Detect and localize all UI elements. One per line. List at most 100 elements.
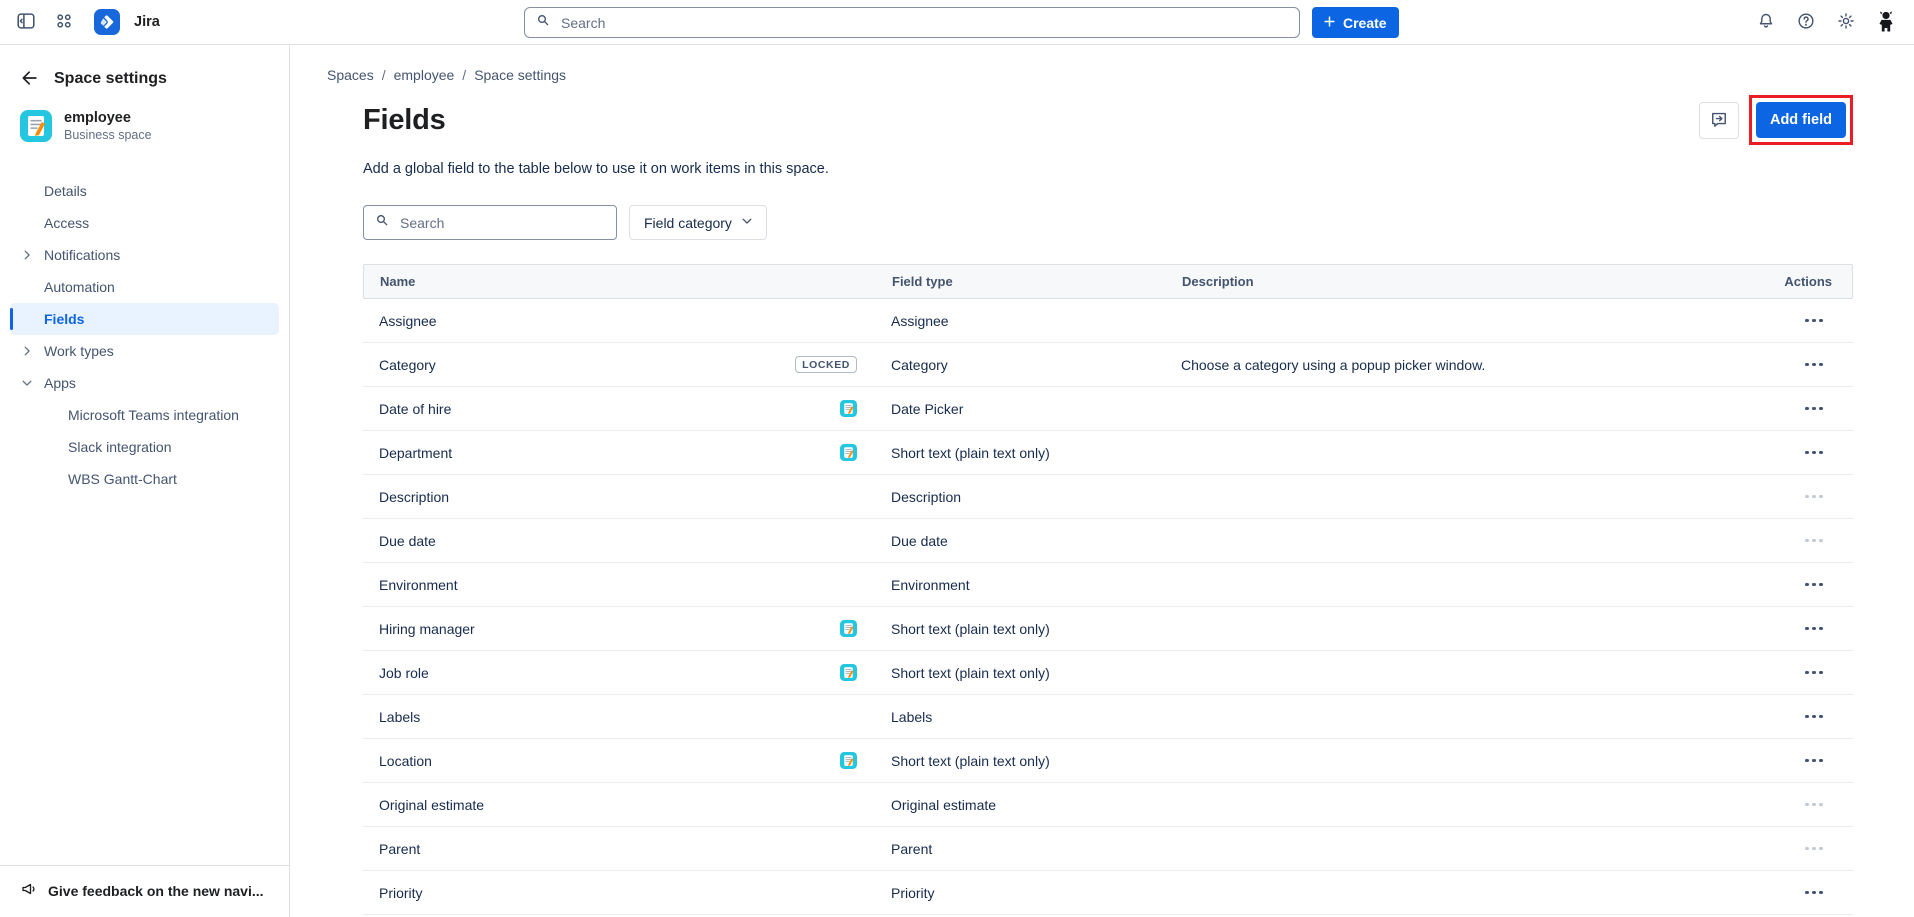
space-name: employee [64, 109, 152, 127]
column-header-description: Description [1172, 274, 1772, 289]
annotation-highlight-box: Add field [1749, 95, 1853, 145]
row-actions-button[interactable] [1799, 357, 1829, 373]
row-actions-button[interactable] [1799, 621, 1829, 637]
table-row: Labels Labels [363, 695, 1853, 739]
row-actions-button[interactable] [1799, 577, 1829, 593]
field-name: Location [379, 753, 432, 769]
page-description: Add a global field to the table below to… [363, 161, 1853, 177]
field-type: Category [875, 357, 1171, 373]
app-switcher-button[interactable] [48, 6, 80, 38]
breadcrumb-space-settings[interactable]: Space settings [474, 67, 566, 83]
fields-table: Name Field type Description Actions Assi… [363, 264, 1853, 917]
global-search-input[interactable] [559, 14, 1289, 32]
sidebar-item-ms-teams-integration[interactable]: Microsoft Teams integration [56, 399, 279, 431]
notifications-button[interactable] [1750, 6, 1782, 38]
settings-button[interactable] [1830, 6, 1862, 38]
field-category-dropdown[interactable]: Field category [629, 205, 767, 240]
sidebar-item-details[interactable]: Details [10, 175, 279, 207]
field-type: Environment [875, 577, 1171, 593]
column-header-actions: Actions [1772, 274, 1852, 289]
breadcrumb-spaces[interactable]: Spaces [327, 67, 374, 83]
row-actions-button[interactable] [1799, 841, 1829, 857]
field-name: Date of hire [379, 401, 451, 417]
sidebar-item-label: WBS Gantt-Chart [68, 471, 177, 487]
sidebar-item-access[interactable]: Access [10, 207, 279, 239]
row-actions-button[interactable] [1799, 489, 1829, 505]
breadcrumb-employee[interactable]: employee [394, 67, 455, 83]
give-feedback-label: Give feedback on the new navi... [48, 883, 264, 899]
space-avatar-icon [20, 110, 52, 142]
sidebar-item-label: Details [44, 183, 87, 199]
back-button[interactable] [18, 67, 42, 91]
jira-logo[interactable] [94, 9, 120, 35]
table-row: Category LOCKED Category Choose a catego… [363, 343, 1853, 387]
row-actions-button[interactable] [1799, 445, 1829, 461]
field-name: Job role [379, 665, 429, 681]
search-icon [535, 12, 551, 33]
table-row: Job role Short text (plain text only) [363, 651, 1853, 695]
sidebar-item-fields[interactable]: Fields [10, 303, 279, 335]
row-actions-button[interactable] [1799, 665, 1829, 681]
field-name: Assignee [379, 313, 437, 329]
question-circle-icon [1796, 11, 1816, 34]
fields-table-body: Assignee Assignee Catego [363, 299, 1853, 917]
table-row: Description Description [363, 475, 1853, 519]
chevron-right-icon [20, 248, 34, 262]
field-name: Due date [379, 533, 436, 549]
chevron-down-icon [20, 376, 34, 390]
space-settings-sidebar: Space settings employee Business space D… [0, 45, 290, 917]
page-title: Fields [363, 104, 446, 137]
field-type: Due date [875, 533, 1171, 549]
table-row: Due date Due date [363, 519, 1853, 563]
sidebar-item-label: Work types [44, 343, 114, 359]
add-field-button[interactable]: Add field [1756, 102, 1846, 138]
row-actions-button[interactable] [1799, 797, 1829, 813]
column-header-field-type: Field type [876, 274, 1172, 289]
give-feedback-link[interactable]: Give feedback on the new navi... [0, 865, 289, 917]
create-button[interactable]: Create [1312, 7, 1399, 38]
sidebar-item-label: Apps [44, 375, 76, 391]
table-row: Location Short text (plain text only) [363, 739, 1853, 783]
field-type: Description [875, 489, 1171, 505]
space-field-icon [840, 400, 857, 417]
space-field-icon [840, 664, 857, 681]
sidebar-item-automation[interactable]: Automation [10, 271, 279, 303]
space-card: employee Business space [0, 101, 289, 163]
profile-avatar[interactable] [1870, 6, 1902, 38]
sidebar-collapse-button[interactable] [10, 6, 42, 38]
sidebar-item-slack-integration[interactable]: Slack integration [56, 431, 279, 463]
locked-badge: LOCKED [795, 356, 857, 373]
row-actions-button[interactable] [1799, 709, 1829, 725]
app-name: Jira [134, 14, 160, 30]
row-actions-button[interactable] [1799, 753, 1829, 769]
table-row: Environment Environment [363, 563, 1853, 607]
column-header-name: Name [364, 274, 876, 289]
field-type: Priority [875, 885, 1171, 901]
space-type: Business space [64, 127, 152, 143]
sidebar-item-work-types[interactable]: Work types [10, 335, 279, 367]
field-type: Assignee [875, 313, 1171, 329]
global-search[interactable] [524, 7, 1300, 38]
chevron-down-icon [740, 214, 754, 231]
table-row: Department Short text (plain text only) [363, 431, 1853, 475]
top-navigation-bar: Jira Create [0, 0, 1914, 45]
fields-search-input[interactable] [398, 214, 606, 232]
table-row: Original estimate Original estimate [363, 783, 1853, 827]
sidebar-item-apps[interactable]: Apps [10, 367, 279, 399]
row-actions-button[interactable] [1799, 885, 1829, 901]
field-type: Original estimate [875, 797, 1171, 813]
feedback-button[interactable] [1699, 102, 1739, 139]
field-type: Short text (plain text only) [875, 753, 1171, 769]
field-name: Priority [379, 885, 423, 901]
table-row: Assignee Assignee [363, 299, 1853, 343]
field-name: Original estimate [379, 797, 484, 813]
sidebar-item-label: Slack integration [68, 439, 172, 455]
help-button[interactable] [1790, 6, 1822, 38]
sidebar-item-notifications[interactable]: Notifications [10, 239, 279, 271]
row-actions-button[interactable] [1799, 401, 1829, 417]
sidebar-item-wbs-gantt-chart[interactable]: WBS Gantt-Chart [56, 463, 279, 495]
fields-search[interactable] [363, 205, 617, 240]
row-actions-button[interactable] [1799, 533, 1829, 549]
sidebar-item-label: Microsoft Teams integration [68, 407, 239, 423]
row-actions-button[interactable] [1799, 313, 1829, 329]
